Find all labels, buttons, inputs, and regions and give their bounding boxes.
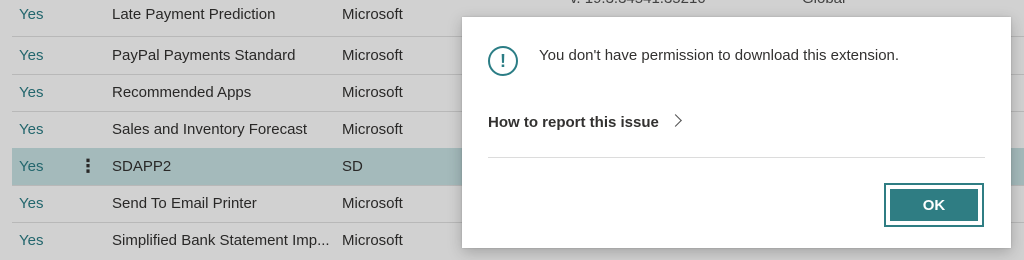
- permission-error-dialog: ! You don't have permission to download …: [462, 17, 1011, 248]
- chevron-right-icon[interactable]: [668, 114, 682, 127]
- info-circle-icon: !: [488, 46, 518, 76]
- error-message: You don't have permission to download th…: [539, 47, 900, 64]
- extension-management-page: Yes Late Payment Prediction Microsoft v.…: [0, 0, 1024, 260]
- report-issue-link[interactable]: How to report this issue: [488, 112, 682, 134]
- report-issue-label[interactable]: How to report this issue: [488, 114, 659, 131]
- ok-button[interactable]: OK: [884, 183, 984, 227]
- dialog-divider: [488, 157, 985, 158]
